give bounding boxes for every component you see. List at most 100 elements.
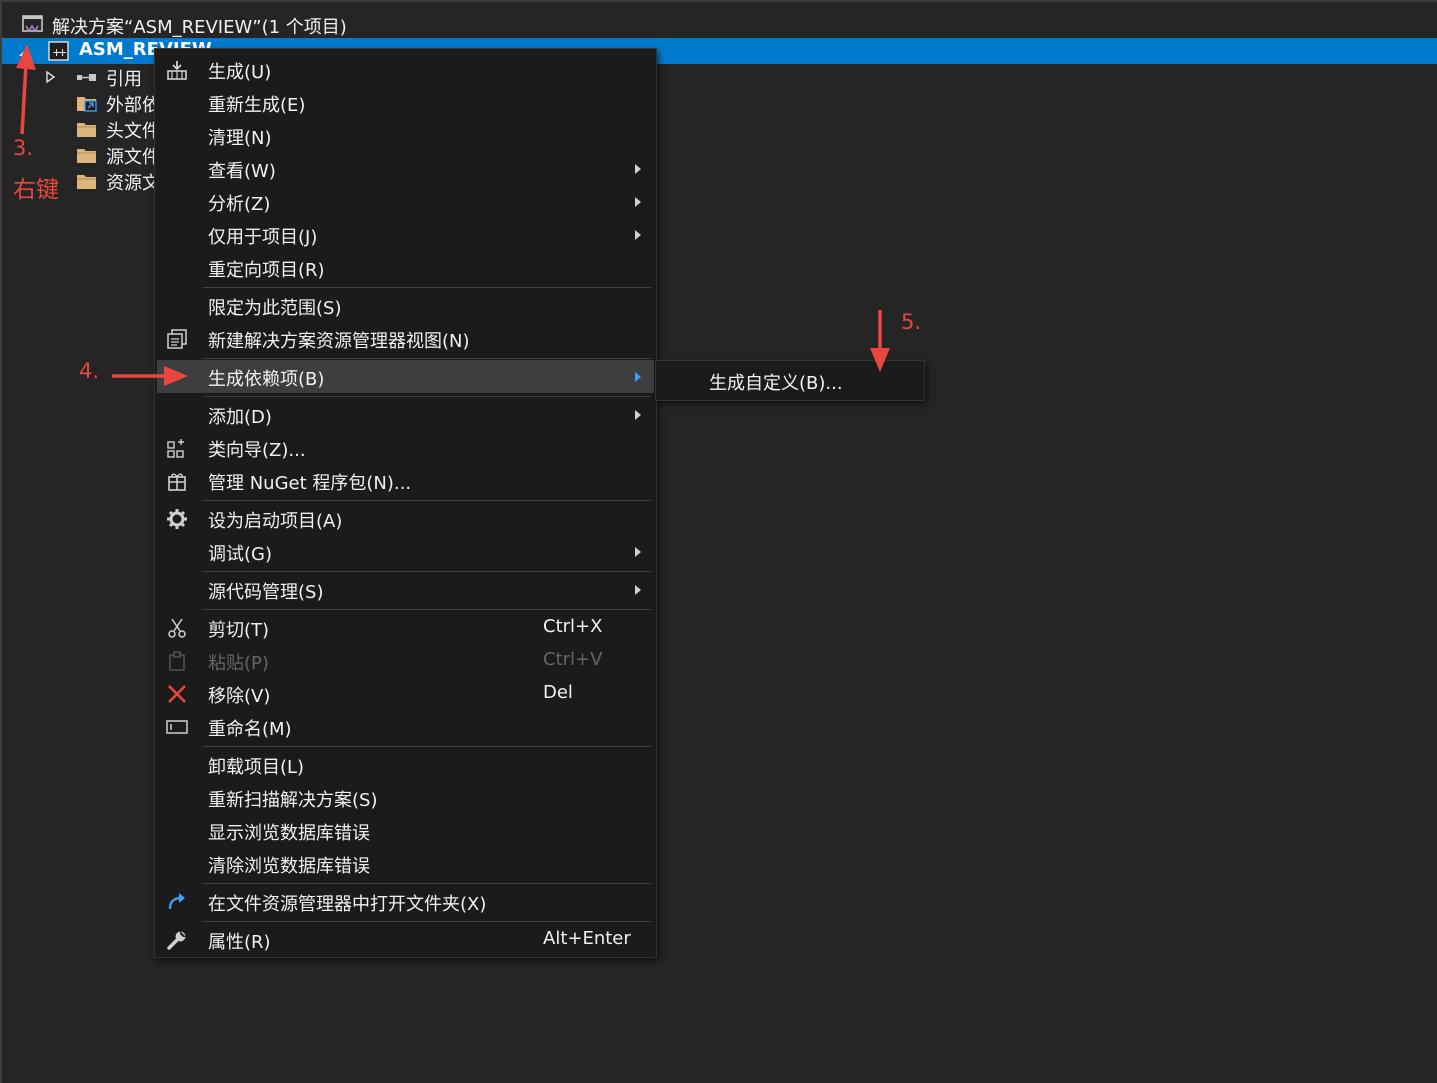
menu-item-shortcut: Ctrl+X xyxy=(543,616,603,637)
menu-separator xyxy=(203,287,651,288)
menu-item-manage-nuget[interactable]: 管理 NuGet 程序包(N)... xyxy=(157,464,654,497)
menu-item-label: 新建解决方案资源管理器视图(N) xyxy=(208,331,470,352)
menu-item-label: 仅用于项目(J) xyxy=(208,227,318,248)
menu-separator xyxy=(203,883,651,884)
collapsed-triangle-icon[interactable] xyxy=(44,70,58,84)
menu-item-properties[interactable]: 属性(R) Alt+Enter xyxy=(157,923,654,956)
remove-icon xyxy=(165,682,189,706)
folder-icon xyxy=(76,171,98,191)
solution-label: 解决方案“ASM_REVIEW”(1 个项目) xyxy=(52,17,347,38)
tree-item-label: 源文件 xyxy=(106,147,160,168)
menu-separator xyxy=(203,358,651,359)
submenu-arrow-icon xyxy=(635,230,641,240)
submenu-arrow-icon xyxy=(635,372,641,382)
menu-item-shortcut: Ctrl+V xyxy=(543,649,603,670)
menu-item-label: 清理(N) xyxy=(208,128,272,149)
menu-item-add[interactable]: 添加(D) xyxy=(157,398,654,431)
menu-item-label: 清除浏览数据库错误 xyxy=(208,856,370,877)
menu-item-retarget-project[interactable]: 重定向项目(R) xyxy=(157,251,654,284)
submenu-arrow-icon xyxy=(635,547,641,557)
menu-item-unload-project[interactable]: 卸载项目(L) xyxy=(157,748,654,781)
annotation-step-4: 4. xyxy=(79,359,100,383)
menu-item-label: 重定向项目(R) xyxy=(208,260,325,281)
annotation-step-3: 3. xyxy=(13,136,34,160)
menu-item-label: 重新扫描解决方案(S) xyxy=(208,790,378,811)
cpp-project-icon: + + xyxy=(48,41,70,61)
menu-item-label: 在文件资源管理器中打开文件夹(X) xyxy=(208,894,487,915)
menu-separator xyxy=(203,396,651,397)
menu-item-label: 显示浏览数据库错误 xyxy=(208,823,370,844)
submenu-arrow-icon xyxy=(635,585,641,595)
paste-icon xyxy=(165,649,189,673)
menu-separator xyxy=(203,609,651,610)
menu-item-project-only[interactable]: 仅用于项目(J) xyxy=(157,218,654,251)
solution-icon xyxy=(22,15,44,35)
menu-separator xyxy=(203,746,651,747)
nuget-icon xyxy=(165,469,189,493)
external-dependencies-folder-icon xyxy=(76,93,98,113)
menu-separator xyxy=(203,921,651,922)
menu-item-label: 设为启动项目(A) xyxy=(208,511,343,532)
tree-item-label: 头文件 xyxy=(106,121,160,142)
new-view-icon xyxy=(165,327,189,351)
cut-icon xyxy=(165,616,189,640)
open-folder-arrow-icon xyxy=(165,890,189,914)
menu-item-label: 限定为此范围(S) xyxy=(208,298,342,319)
menu-item-build[interactable]: 生成(U) xyxy=(157,53,654,86)
menu-item-cut[interactable]: 剪切(T) Ctrl+X xyxy=(157,611,654,644)
menu-item-label: 添加(D) xyxy=(208,407,272,428)
annotation-right-click: 右键 xyxy=(13,177,59,203)
menu-item-rename[interactable]: 重命名(M) xyxy=(157,710,654,743)
submenu-arrow-icon xyxy=(635,410,641,420)
annotation-arrow-3 xyxy=(16,44,36,135)
menu-item-show-browse-db-errors[interactable]: 显示浏览数据库错误 xyxy=(157,814,654,847)
class-wizard-icon xyxy=(165,436,189,460)
references-icon xyxy=(76,68,98,88)
menu-item-label: 重新生成(E) xyxy=(208,95,306,116)
menu-item-paste[interactable]: 粘贴(P) Ctrl+V xyxy=(157,644,654,677)
menu-item-rescan-solution[interactable]: 重新扫描解决方案(S) xyxy=(157,781,654,814)
menu-item-label: 移除(V) xyxy=(208,686,271,707)
menu-item-label: 属性(R) xyxy=(208,932,271,953)
annotation-step-5: 5. xyxy=(901,310,922,334)
solution-explorer: 解决方案“ASM_REVIEW”(1 个项目) + + ASM_REVIEW 引… xyxy=(0,0,1437,1083)
menu-item-view[interactable]: 查看(W) xyxy=(157,152,654,185)
menu-item-source-control[interactable]: 源代码管理(S) xyxy=(157,573,654,606)
context-menu: 生成(U) 重新生成(E) 清理(N) 查看(W) 分析(Z) 仅用于项目(J)… xyxy=(154,48,657,958)
menu-item-analyze[interactable]: 分析(Z) xyxy=(157,185,654,218)
gear-icon xyxy=(165,507,189,531)
menu-item-label: 粘贴(P) xyxy=(208,653,269,674)
annotation-arrow-4 xyxy=(112,366,188,386)
menu-item-label: 剪切(T) xyxy=(208,620,270,641)
menu-item-label: 类向导(Z)... xyxy=(208,440,306,461)
menu-item-label: 分析(Z) xyxy=(208,194,271,215)
menu-item-label: 源代码管理(S) xyxy=(208,582,324,603)
wrench-icon xyxy=(165,928,189,952)
menu-item-label: 生成依赖项(B) xyxy=(208,369,325,390)
menu-item-clean[interactable]: 清理(N) xyxy=(157,119,654,152)
menu-item-label: 查看(W) xyxy=(208,161,276,182)
menu-item-label: 卸载项目(L) xyxy=(208,757,305,778)
svg-text:+: + xyxy=(58,46,67,59)
solution-node[interactable]: 解决方案“ASM_REVIEW”(1 个项目) xyxy=(2,12,1437,38)
menu-item-debug[interactable]: 调试(G) xyxy=(157,535,654,568)
folder-icon xyxy=(76,119,98,139)
menu-item-rebuild[interactable]: 重新生成(E) xyxy=(157,86,654,119)
menu-item-shortcut: Del xyxy=(543,682,573,703)
menu-item-label: 调试(G) xyxy=(208,544,272,565)
rename-icon xyxy=(165,715,189,739)
menu-separator xyxy=(203,500,651,501)
menu-item-scope-to-this[interactable]: 限定为此范围(S) xyxy=(157,289,654,322)
menu-item-label: 生成(U) xyxy=(208,62,272,83)
submenu-arrow-icon xyxy=(635,164,641,174)
menu-item-build-dependencies[interactable]: 生成依赖项(B) xyxy=(157,360,654,393)
menu-separator xyxy=(203,571,651,572)
build-icon xyxy=(165,58,189,82)
menu-item-new-explorer-view[interactable]: 新建解决方案资源管理器视图(N) xyxy=(157,322,654,355)
menu-item-set-startup-project[interactable]: 设为启动项目(A) xyxy=(157,502,654,535)
menu-item-class-wizard[interactable]: 类向导(Z)... xyxy=(157,431,654,464)
menu-item-open-in-file-explorer[interactable]: 在文件资源管理器中打开文件夹(X) xyxy=(157,885,654,918)
menu-item-remove[interactable]: 移除(V) Del xyxy=(157,677,654,710)
menu-item-clear-browse-db-errors[interactable]: 清除浏览数据库错误 xyxy=(157,847,654,880)
tree-item-label: 引用 xyxy=(106,69,142,90)
